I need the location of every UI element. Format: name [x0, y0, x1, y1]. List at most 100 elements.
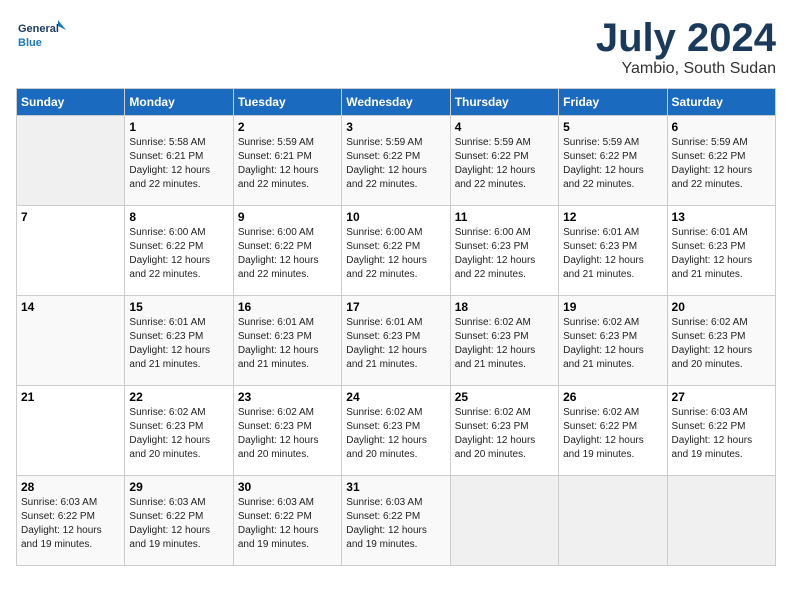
day-info: Sunrise: 6:00 AM Sunset: 6:22 PM Dayligh…: [238, 226, 337, 282]
calendar-table: SundayMondayTuesdayWednesdayThursdayFrid…: [16, 88, 776, 566]
calendar-cell: 14: [17, 296, 125, 386]
day-number: 17: [346, 300, 445, 314]
calendar-cell: 1 Sunrise: 5:58 AM Sunset: 6:21 PM Daylig…: [125, 116, 233, 206]
day-info: Sunrise: 6:00 AM Sunset: 6:22 PM Dayligh…: [129, 226, 228, 282]
weekday-header-tuesday: Tuesday: [233, 89, 341, 116]
calendar-cell: 27 Sunrise: 6:03 AM Sunset: 6:22 PM Dayli…: [667, 386, 775, 476]
calendar-cell: 4 Sunrise: 5:59 AM Sunset: 6:22 PM Daylig…: [450, 116, 558, 206]
calendar-cell: 2 Sunrise: 5:59 AM Sunset: 6:21 PM Daylig…: [233, 116, 341, 206]
day-info: Sunrise: 5:58 AM Sunset: 6:21 PM Dayligh…: [129, 136, 228, 192]
calendar-cell: 20Sunrise: 6:02 AM Sunset: 6:23 PM Dayli…: [667, 296, 775, 386]
svg-text:Blue: Blue: [18, 37, 42, 49]
day-info: Sunrise: 6:03 AM Sunset: 6:22 PM Dayligh…: [238, 496, 337, 552]
day-number: 24: [346, 390, 445, 404]
day-number: 8: [129, 210, 228, 224]
title-area: July 2024 Yambio, South Sudan: [596, 16, 776, 78]
calendar-cell: 7: [17, 206, 125, 296]
day-number: 21: [21, 390, 120, 404]
day-number: 18: [455, 300, 554, 314]
day-number: 30: [238, 480, 337, 494]
calendar-cell: 8 Sunrise: 6:00 AM Sunset: 6:22 PM Daylig…: [125, 206, 233, 296]
weekday-header-thursday: Thursday: [450, 89, 558, 116]
weekday-header-wednesday: Wednesday: [342, 89, 450, 116]
calendar-cell: [559, 476, 667, 566]
day-number: 16: [238, 300, 337, 314]
calendar-cell: 10 Sunrise: 6:00 AM Sunset: 6:22 PM Dayli…: [342, 206, 450, 296]
calendar-cell: 30 Sunrise: 6:03 AM Sunset: 6:22 PM Dayli…: [233, 476, 341, 566]
weekday-header-saturday: Saturday: [667, 89, 775, 116]
day-info: Sunrise: 5:59 AM Sunset: 6:22 PM Dayligh…: [455, 136, 554, 192]
day-number: 11: [455, 210, 554, 224]
calendar-cell: 3 Sunrise: 5:59 AM Sunset: 6:22 PM Daylig…: [342, 116, 450, 206]
logo: General Blue: [16, 16, 66, 60]
day-number: 5: [563, 120, 662, 134]
day-number: 14: [21, 300, 120, 314]
weekday-header-friday: Friday: [559, 89, 667, 116]
day-number: 29: [129, 480, 228, 494]
calendar-cell: 6Sunrise: 5:59 AM Sunset: 6:22 PM Daylig…: [667, 116, 775, 206]
month-year: July 2024: [596, 16, 776, 60]
header: General Blue July 2024 Yambio, South Sud…: [16, 16, 776, 78]
calendar-cell: 11 Sunrise: 6:00 AM Sunset: 6:23 PM Dayli…: [450, 206, 558, 296]
calendar-cell: 19Sunrise: 6:02 AM Sunset: 6:23 PM Dayli…: [559, 296, 667, 386]
day-number: 10: [346, 210, 445, 224]
day-info: Sunrise: 6:03 AM Sunset: 6:22 PM Dayligh…: [672, 406, 771, 462]
day-number: 31: [346, 480, 445, 494]
day-info: Sunrise: 6:02 AM Sunset: 6:23 PM Dayligh…: [346, 406, 445, 462]
day-info: Sunrise: 6:01 AM Sunset: 6:23 PM Dayligh…: [672, 226, 771, 282]
day-info: Sunrise: 6:01 AM Sunset: 6:23 PM Dayligh…: [563, 226, 662, 282]
calendar-cell: 9 Sunrise: 6:00 AM Sunset: 6:22 PM Daylig…: [233, 206, 341, 296]
calendar-cell: 21: [17, 386, 125, 476]
calendar-cell: [667, 476, 775, 566]
day-info: Sunrise: 6:00 AM Sunset: 6:23 PM Dayligh…: [455, 226, 554, 282]
day-info: Sunrise: 6:00 AM Sunset: 6:22 PM Dayligh…: [346, 226, 445, 282]
day-number: 2: [238, 120, 337, 134]
weekday-header-monday: Monday: [125, 89, 233, 116]
day-number: 27: [672, 390, 771, 404]
day-info: Sunrise: 6:03 AM Sunset: 6:22 PM Dayligh…: [346, 496, 445, 552]
day-info: Sunrise: 6:01 AM Sunset: 6:23 PM Dayligh…: [238, 316, 337, 372]
day-number: 15: [129, 300, 228, 314]
day-info: Sunrise: 6:02 AM Sunset: 6:23 PM Dayligh…: [455, 316, 554, 372]
day-info: Sunrise: 6:03 AM Sunset: 6:22 PM Dayligh…: [21, 496, 120, 552]
day-info: Sunrise: 5:59 AM Sunset: 6:22 PM Dayligh…: [563, 136, 662, 192]
svg-text:General: General: [18, 23, 59, 35]
day-number: 12: [563, 210, 662, 224]
day-number: 25: [455, 390, 554, 404]
weekday-header-sunday: Sunday: [17, 89, 125, 116]
day-number: 6: [672, 120, 771, 134]
day-number: 26: [563, 390, 662, 404]
calendar-cell: [17, 116, 125, 206]
day-number: 13: [672, 210, 771, 224]
day-number: 1: [129, 120, 228, 134]
day-number: 3: [346, 120, 445, 134]
calendar-cell: 18 Sunrise: 6:02 AM Sunset: 6:23 PM Dayli…: [450, 296, 558, 386]
calendar-cell: 12 Sunrise: 6:01 AM Sunset: 6:23 PM Dayli…: [559, 206, 667, 296]
day-number: 9: [238, 210, 337, 224]
calendar-cell: 5 Sunrise: 5:59 AM Sunset: 6:22 PM Daylig…: [559, 116, 667, 206]
calendar-cell: 13 Sunrise: 6:01 AM Sunset: 6:23 PM Dayli…: [667, 206, 775, 296]
day-number: 22: [129, 390, 228, 404]
calendar-cell: [450, 476, 558, 566]
calendar-cell: 15 Sunrise: 6:01 AM Sunset: 6:23 PM Dayli…: [125, 296, 233, 386]
day-info: Sunrise: 6:02 AM Sunset: 6:23 PM Dayligh…: [238, 406, 337, 462]
day-info: Sunrise: 6:01 AM Sunset: 6:23 PM Dayligh…: [129, 316, 228, 372]
day-number: 20: [672, 300, 771, 314]
calendar-cell: 28Sunrise: 6:03 AM Sunset: 6:22 PM Dayli…: [17, 476, 125, 566]
calendar-cell: 24 Sunrise: 6:02 AM Sunset: 6:23 PM Dayli…: [342, 386, 450, 476]
day-number: 23: [238, 390, 337, 404]
calendar-cell: 25Sunrise: 6:02 AM Sunset: 6:23 PM Dayli…: [450, 386, 558, 476]
day-number: 7: [21, 210, 120, 224]
day-info: Sunrise: 5:59 AM Sunset: 6:21 PM Dayligh…: [238, 136, 337, 192]
calendar-cell: 22 Sunrise: 6:02 AM Sunset: 6:23 PM Dayli…: [125, 386, 233, 476]
day-info: Sunrise: 6:01 AM Sunset: 6:23 PM Dayligh…: [346, 316, 445, 372]
location: Yambio, South Sudan: [596, 60, 776, 78]
calendar-cell: 29Sunrise: 6:03 AM Sunset: 6:22 PM Dayli…: [125, 476, 233, 566]
calendar-cell: 23 Sunrise: 6:02 AM Sunset: 6:23 PM Dayli…: [233, 386, 341, 476]
day-number: 4: [455, 120, 554, 134]
calendar-cell: 26Sunrise: 6:02 AM Sunset: 6:22 PM Dayli…: [559, 386, 667, 476]
day-number: 19: [563, 300, 662, 314]
day-info: Sunrise: 6:02 AM Sunset: 6:23 PM Dayligh…: [129, 406, 228, 462]
logo-svg: General Blue: [16, 16, 66, 60]
day-info: Sunrise: 5:59 AM Sunset: 6:22 PM Dayligh…: [346, 136, 445, 192]
